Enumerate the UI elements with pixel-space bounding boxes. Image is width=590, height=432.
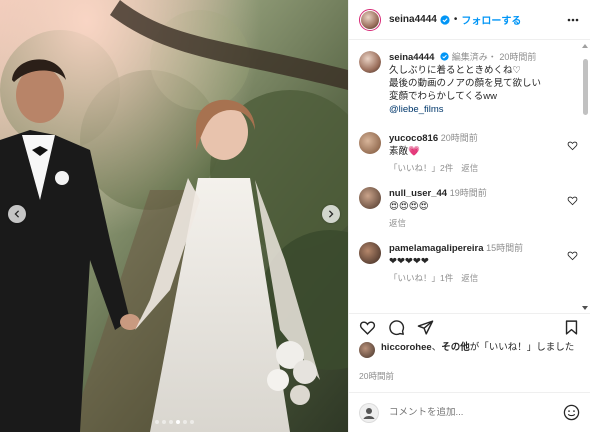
add-comment-input[interactable] — [389, 407, 563, 418]
follow-button[interactable]: フォローする — [461, 12, 521, 27]
comment-text: 素敵💗 — [389, 146, 420, 157]
add-comment-bar — [349, 392, 590, 432]
comments-scrollbar[interactable] — [582, 41, 588, 313]
chevron-left-icon — [14, 210, 20, 218]
heart-icon[interactable] — [567, 250, 578, 261]
chevron-right-icon — [328, 210, 334, 218]
caption-avatar[interactable] — [359, 51, 381, 73]
post-photo — [0, 0, 348, 432]
liker-username[interactable]: hiccorohee — [381, 342, 432, 353]
commenter-avatar[interactable] — [359, 242, 381, 264]
carousel-next-button[interactable] — [322, 205, 340, 223]
author-avatar[interactable] — [359, 8, 381, 31]
commenter-avatar[interactable] — [359, 132, 381, 154]
post-header: seina4444 • フォローする — [349, 0, 590, 40]
caption-line: 最後の動画のノアの顔を見て欲しい — [389, 78, 542, 89]
likes-suffix: が「いいね！」しました — [469, 342, 575, 353]
comment: pamelamagalipereira 15時間前 ❤❤❤❤❤ 「いいね！」1件… — [359, 242, 578, 285]
caption-time: 20時間前 — [499, 52, 537, 62]
header-separator: • — [453, 14, 458, 25]
carousel-dot — [175, 420, 180, 424]
caption-edited: 編集済み・ — [451, 52, 497, 62]
comment-text: 😍😍😍😍 — [389, 201, 429, 212]
carousel-indicators — [0, 420, 348, 424]
caption-line: 久しぶりに着るとときめくね♡ — [389, 65, 522, 76]
likes-summary: hiccorohee、その他が「いいね！」しました — [359, 341, 580, 358]
commenter-avatar[interactable] — [359, 187, 381, 209]
liker-avatar[interactable] — [359, 342, 375, 358]
post-actions — [349, 313, 590, 341]
comments-list[interactable]: seina4444 編集済み・ 20時間前 久しぶりに着るとときめくね♡ 最後の… — [349, 41, 590, 313]
carousel-dot — [161, 420, 166, 424]
caption-username[interactable]: seina4444 — [389, 52, 434, 63]
heart-icon[interactable] — [567, 195, 578, 206]
scroll-down-arrow-icon[interactable] — [582, 305, 588, 311]
comment-text: ❤❤❤❤❤ — [389, 256, 429, 267]
scrollbar-thumb[interactable] — [583, 59, 588, 115]
comment: null_user_44 19時間前 😍😍😍😍 返信 — [359, 187, 578, 230]
viewer-avatar[interactable] — [359, 402, 379, 423]
caption: seina4444 編集済み・ 20時間前 久しぶりに着るとときめくね♡ 最後の… — [359, 51, 574, 116]
user-placeholder-icon — [359, 402, 379, 423]
carousel-dot — [154, 420, 159, 424]
likes-connector: 、 — [431, 342, 442, 353]
post-timestamp[interactable]: 20時間前 — [359, 370, 394, 382]
reply-button[interactable]: 返信 — [461, 272, 478, 285]
comment: yucoco816 20時間前 素敵💗 「いいね！」2件 返信 — [359, 132, 578, 175]
comment-time: 19時間前 — [449, 188, 487, 198]
reply-button[interactable]: 返信 — [389, 217, 406, 230]
share-send-icon[interactable] — [417, 319, 434, 336]
commenter-username[interactable]: pamelamagalipereira — [389, 243, 484, 254]
carousel-dot — [168, 420, 173, 424]
carousel-prev-button[interactable] — [8, 205, 26, 223]
more-options-icon[interactable] — [566, 13, 580, 27]
author-username[interactable]: seina4444 — [389, 14, 437, 25]
carousel-dot — [182, 420, 187, 424]
comment-time: 15時間前 — [486, 243, 524, 253]
post-side-panel: seina4444 • フォローする seina4444 編集済み・ 20時間前… — [348, 0, 590, 432]
comment-bubble-icon[interactable] — [388, 319, 405, 336]
heart-icon[interactable] — [567, 140, 578, 151]
post-media[interactable] — [0, 0, 348, 432]
verified-badge-icon — [440, 52, 449, 61]
reply-button[interactable]: 返信 — [461, 162, 478, 175]
bookmark-icon[interactable] — [563, 319, 580, 336]
carousel-dot — [189, 420, 194, 424]
comment-likes[interactable]: 「いいね！」2件 — [389, 162, 453, 175]
caption-line: 変顔でわらかしてくるww — [389, 91, 497, 102]
emoji-smiley-icon[interactable] — [563, 404, 580, 421]
likes-others-link[interactable]: その他 — [441, 342, 470, 353]
scroll-up-arrow-icon[interactable] — [582, 43, 588, 49]
comment-time: 20時間前 — [440, 133, 478, 143]
commenter-username[interactable]: null_user_44 — [389, 188, 447, 199]
commenter-username[interactable]: yucoco816 — [389, 133, 438, 144]
comment-likes[interactable]: 「いいね！」1件 — [389, 272, 453, 285]
caption-mention[interactable]: @liebe_films — [389, 103, 541, 116]
verified-badge-icon — [440, 14, 450, 25]
like-heart-icon[interactable] — [359, 319, 376, 336]
